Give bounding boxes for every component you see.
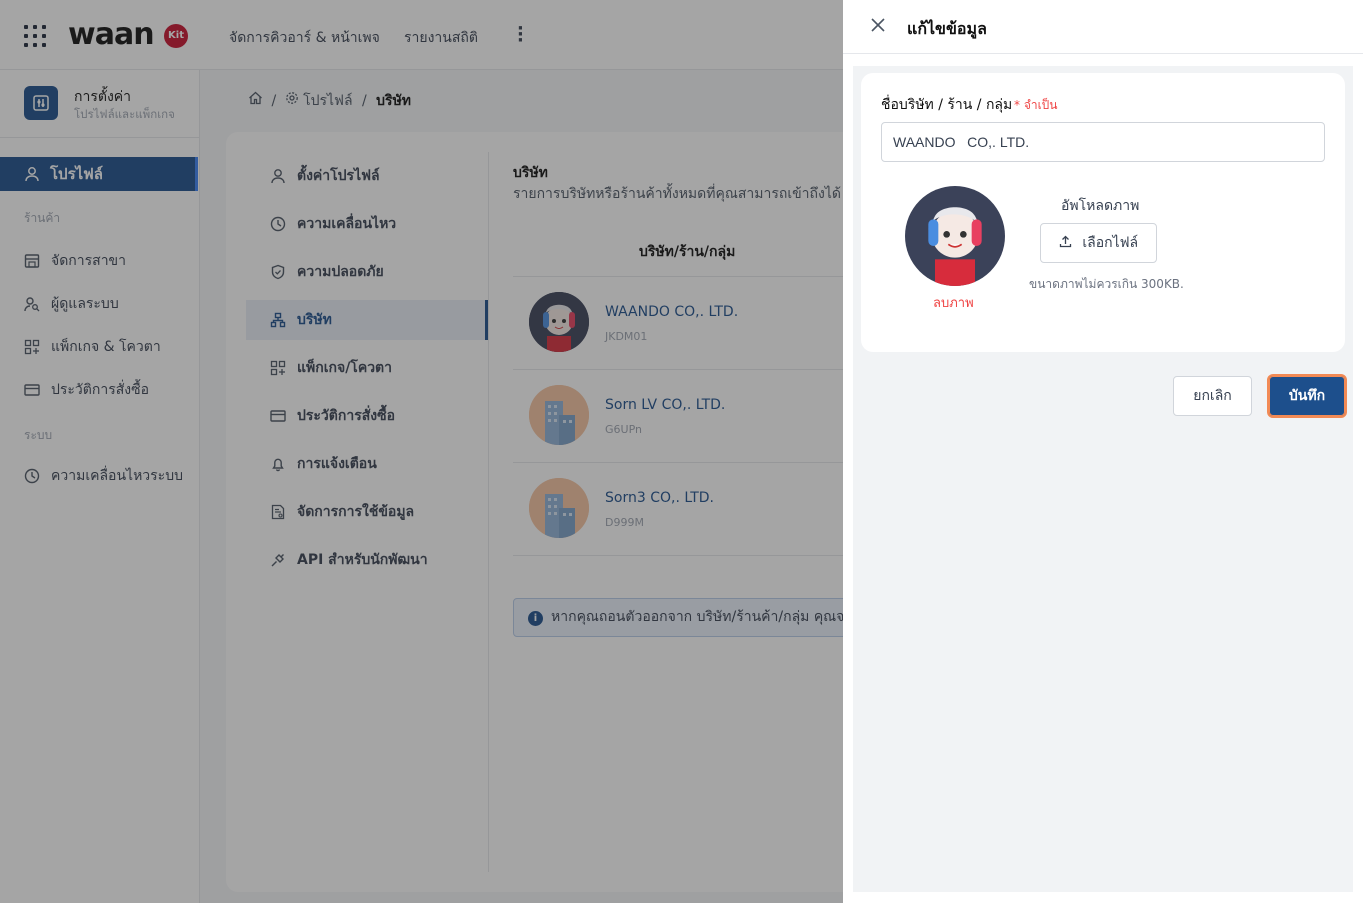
drawer-title: แก้ไขข้อมูล (907, 19, 987, 38)
delete-image-link[interactable]: ลบภาพ (933, 292, 974, 313)
required-indicator: * จำเป็น (1014, 98, 1058, 112)
edit-drawer: แก้ไขข้อมูล ชื่อบริษัท / ร้าน / กลุ่ม * … (843, 0, 1363, 903)
company-name-input[interactable] (881, 122, 1325, 162)
company-logo-preview (905, 186, 1005, 286)
drawer-header: แก้ไขข้อมูล (843, 0, 1363, 54)
company-name-label: ชื่อบริษัท / ร้าน / กลุ่ม (881, 97, 1013, 113)
upload-label: อัพโหลดภาพ (1061, 198, 1140, 214)
upload-icon (1059, 235, 1078, 251)
upload-size-hint: ขนาดภาพไม่ควรเกิน 300KB. (1029, 277, 1184, 291)
choose-file-label: เลือกไฟล์ (1082, 235, 1139, 251)
cancel-button[interactable]: ยกเลิก (1173, 376, 1252, 416)
close-icon[interactable] (871, 14, 885, 38)
modal-backdrop[interactable] (0, 0, 843, 903)
choose-file-button[interactable]: เลือกไฟล์ (1040, 223, 1157, 263)
save-button[interactable]: บันทึก (1267, 374, 1347, 418)
